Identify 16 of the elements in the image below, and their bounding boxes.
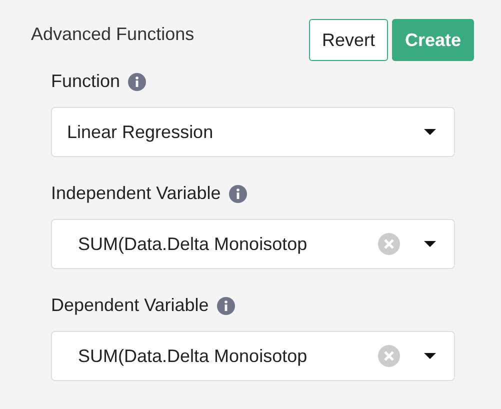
clear-icon[interactable] [378, 233, 400, 255]
field-label: Independent Variable [51, 183, 221, 204]
info-icon [216, 296, 235, 314]
field-label: Dependent Variable [51, 295, 209, 316]
dropdown[interactable]: SUM(Data.Delta Monoisotop [51, 219, 455, 269]
clear-icon[interactable] [378, 345, 400, 367]
caret-icon [424, 241, 436, 247]
dropdown[interactable]: SUM(Data.Delta Monoisotop [51, 331, 455, 381]
caret-icon [424, 129, 436, 135]
info-icon [128, 72, 146, 90]
panel-title: Advanced Functions [31, 24, 194, 45]
field-label: Function [51, 71, 120, 92]
dropdown[interactable]: Linear Regression [51, 107, 455, 157]
info-icon [228, 184, 247, 202]
caret-icon [424, 353, 436, 359]
revert-button[interactable]: Revert [308, 19, 388, 61]
